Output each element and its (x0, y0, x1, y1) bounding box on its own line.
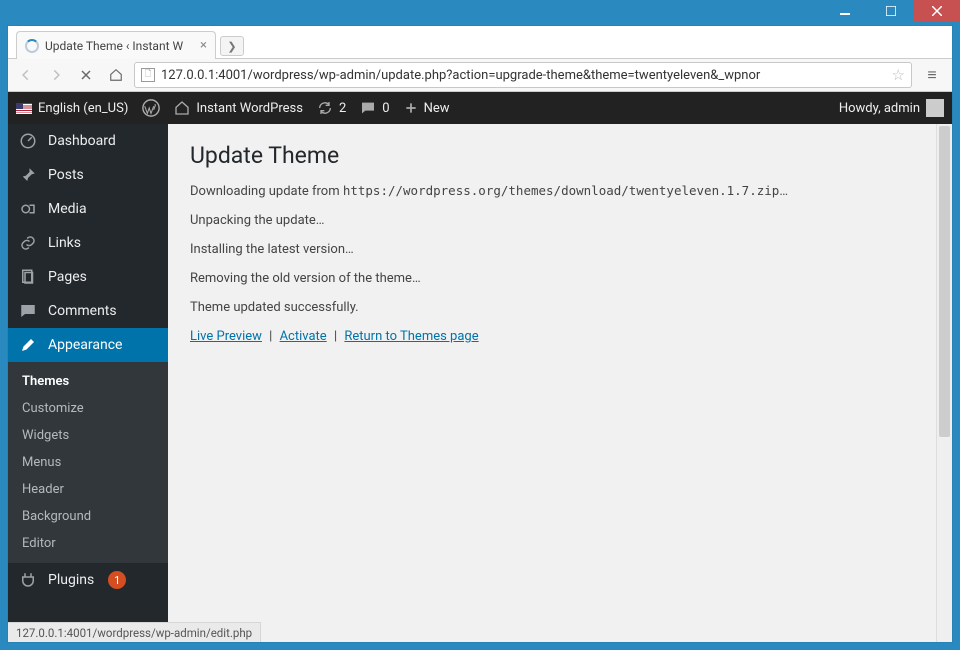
url-bar[interactable]: 🗋 127.0.0.1:4001/wordpress/wp-admin/upda… (134, 62, 912, 88)
tab-title: Update Theme ‹ Instant W (45, 39, 194, 53)
adminbar-language-label: English (en_US) (38, 101, 128, 116)
menu-dashboard-label: Dashboard (48, 133, 116, 149)
adminbar-site-label: Instant WordPress (196, 101, 303, 116)
menu-posts[interactable]: Posts (8, 158, 168, 192)
action-links: Live Preview | Activate | Return to Them… (190, 329, 930, 344)
log-installing: Installing the latest version… (190, 242, 930, 257)
link-live-preview[interactable]: Live Preview (190, 329, 262, 344)
adminbar-wp-logo[interactable] (142, 99, 160, 117)
new-tab-button[interactable]: ❯ (220, 36, 244, 56)
comment-icon (360, 100, 376, 116)
updates-icon (317, 100, 333, 116)
media-icon (18, 200, 38, 218)
menu-plugins[interactable]: Plugins 1 (8, 563, 168, 597)
adminbar-updates[interactable]: 2 (317, 100, 346, 116)
separator: | (269, 329, 272, 344)
link-return-themes[interactable]: Return to Themes page (344, 329, 478, 344)
status-url: 127.0.0.1:4001/wordpress/wp-admin/edit.p… (16, 626, 252, 640)
adminbar-language[interactable]: English (en_US) (16, 101, 128, 116)
plugins-update-badge: 1 (108, 571, 126, 589)
submenu-appearance: Themes Customize Widgets Menus Header Ba… (8, 362, 168, 563)
adminbar-site-name[interactable]: Instant WordPress (174, 100, 303, 116)
stop-reload-button[interactable] (74, 63, 98, 87)
adminbar-comments[interactable]: 0 (360, 100, 389, 116)
log-downloading-prefix: Downloading update from (190, 184, 343, 199)
adminbar-account[interactable]: Howdy, admin (839, 99, 944, 117)
adminbar-new[interactable]: New (404, 101, 450, 116)
admin-menu: Dashboard Posts Media Links (8, 124, 168, 642)
window-titlebar (0, 0, 960, 26)
menu-media[interactable]: Media (8, 192, 168, 226)
page-viewport: English (en_US) Instant WordPress 2 (8, 92, 952, 642)
page-icon: 🗋 (141, 68, 155, 82)
page-icon (18, 268, 38, 286)
submenu-widgets[interactable]: Widgets (8, 422, 168, 449)
status-bar: 127.0.0.1:4001/wordpress/wp-admin/edit.p… (8, 622, 261, 642)
separator: | (334, 329, 337, 344)
submenu-background[interactable]: Background (8, 503, 168, 530)
menu-links[interactable]: Links (8, 226, 168, 260)
plugin-icon (18, 571, 38, 589)
flag-icon (16, 103, 32, 114)
adminbar-comments-count: 0 (382, 101, 389, 116)
submenu-themes[interactable]: Themes (8, 368, 168, 395)
bookmark-star-icon[interactable]: ☆ (892, 66, 905, 84)
plus-icon (404, 101, 418, 115)
avatar (926, 99, 944, 117)
scrollbar[interactable] (936, 124, 952, 642)
pin-icon (18, 166, 38, 184)
menu-media-label: Media (48, 201, 87, 217)
wp-admin-bar: English (en_US) Instant WordPress 2 (8, 92, 952, 124)
log-downloading: Downloading update from https://wordpres… (190, 183, 930, 199)
comment-icon (18, 302, 38, 320)
forward-button[interactable] (44, 63, 68, 87)
window-close-button[interactable] (914, 0, 960, 22)
window-minimize-button[interactable] (822, 0, 868, 22)
submenu-customize[interactable]: Customize (8, 395, 168, 422)
log-success: Theme updated successfully. (190, 300, 930, 315)
link-icon (18, 234, 38, 252)
browser-menu-button[interactable]: ≡ (918, 65, 946, 85)
window-maximize-button[interactable] (868, 0, 914, 22)
home-icon (174, 100, 190, 116)
dashboard-icon (18, 132, 38, 150)
menu-plugins-label: Plugins (48, 572, 94, 588)
submenu-editor[interactable]: Editor (8, 530, 168, 557)
log-removing: Removing the old version of the theme… (190, 271, 930, 286)
menu-posts-label: Posts (48, 167, 84, 183)
submenu-menus[interactable]: Menus (8, 449, 168, 476)
menu-pages-label: Pages (48, 269, 87, 285)
submenu-header[interactable]: Header (8, 476, 168, 503)
scrollbar-thumb[interactable] (939, 126, 950, 437)
menu-links-label: Links (48, 235, 81, 251)
content-area: Update Theme Downloading update from htt… (168, 124, 952, 642)
log-downloading-url: https://wordpress.org/themes/download/tw… (343, 183, 780, 198)
appearance-icon (18, 336, 38, 354)
adminbar-new-label: New (424, 101, 450, 116)
adminbar-updates-count: 2 (339, 101, 346, 116)
loading-spinner-icon (25, 39, 39, 53)
menu-comments[interactable]: Comments (8, 294, 168, 328)
tab-strip: Update Theme ‹ Instant W × ❯ (8, 26, 952, 58)
browser-tab[interactable]: Update Theme ‹ Instant W × (16, 31, 216, 59)
browser-toolbar: 🗋 127.0.0.1:4001/wordpress/wp-admin/upda… (8, 58, 952, 92)
home-button[interactable] (104, 63, 128, 87)
menu-appearance-label: Appearance (48, 337, 122, 353)
menu-dashboard[interactable]: Dashboard (8, 124, 168, 158)
url-text: 127.0.0.1:4001/wordpress/wp-admin/update… (161, 68, 886, 83)
tab-close-button[interactable]: × (200, 38, 207, 53)
menu-pages[interactable]: Pages (8, 260, 168, 294)
back-button[interactable] (14, 63, 38, 87)
log-unpacking: Unpacking the update… (190, 213, 930, 228)
log-downloading-suffix: … (779, 184, 788, 199)
menu-appearance[interactable]: Appearance (8, 328, 168, 362)
menu-comments-label: Comments (48, 303, 117, 319)
link-activate[interactable]: Activate (280, 329, 327, 344)
page-title: Update Theme (190, 142, 930, 169)
adminbar-howdy: Howdy, admin (839, 101, 920, 116)
wordpress-logo-icon (142, 99, 160, 117)
